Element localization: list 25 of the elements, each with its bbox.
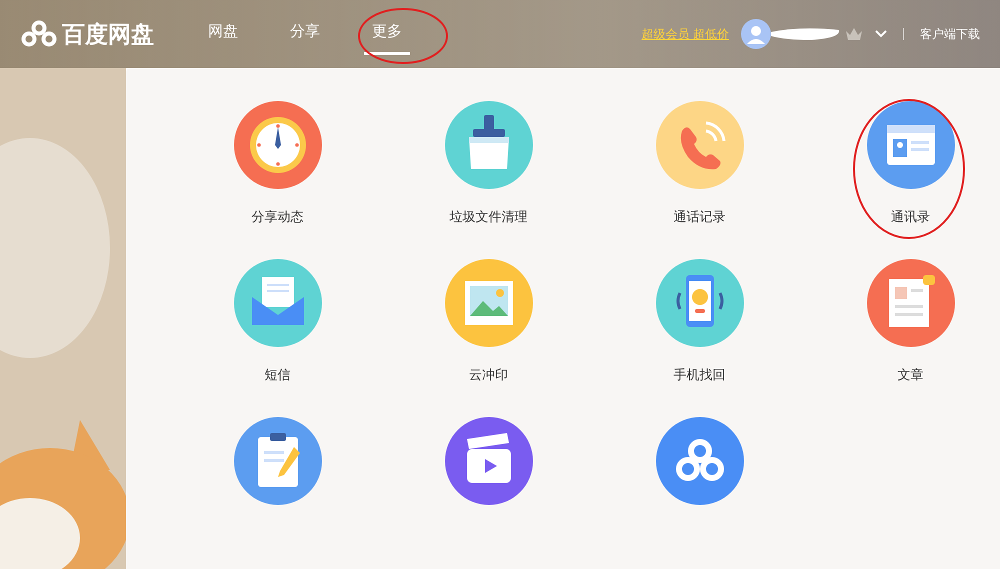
tool-label[interactable]: 分享动态: [252, 207, 304, 225]
contact-icon[interactable]: [866, 101, 954, 189]
mail-icon[interactable]: [234, 259, 322, 347]
phone-icon[interactable]: [656, 101, 744, 189]
film-icon[interactable]: [444, 417, 532, 505]
broom-icon[interactable]: [444, 101, 532, 189]
logo-text: 百度网盘: [62, 20, 154, 49]
logo-icon: [20, 20, 58, 48]
tool-label[interactable]: 通讯录: [891, 207, 930, 225]
photo-icon[interactable]: [444, 259, 532, 347]
article-icon[interactable]: [866, 259, 954, 347]
crown-icon: [845, 26, 863, 42]
tool-label[interactable]: 短信: [264, 365, 290, 383]
cloud-icon[interactable]: [656, 417, 744, 505]
mobile-icon[interactable]: [656, 259, 744, 347]
tool-label[interactable]: 云冲印: [469, 365, 508, 383]
clock-icon[interactable]: [234, 101, 322, 189]
notepad-icon[interactable]: [234, 417, 322, 505]
tool-label[interactable]: 手机找回: [674, 365, 726, 383]
tool-label[interactable]: 文章: [898, 365, 924, 383]
tool-label[interactable]: 垃圾文件清理: [450, 207, 528, 225]
tool-label[interactable]: 通话记录: [674, 207, 726, 225]
chevron-down-icon[interactable]: [875, 30, 887, 38]
redacted-name-drawing: [771, 26, 841, 42]
avatar-icon[interactable]: [741, 19, 771, 49]
